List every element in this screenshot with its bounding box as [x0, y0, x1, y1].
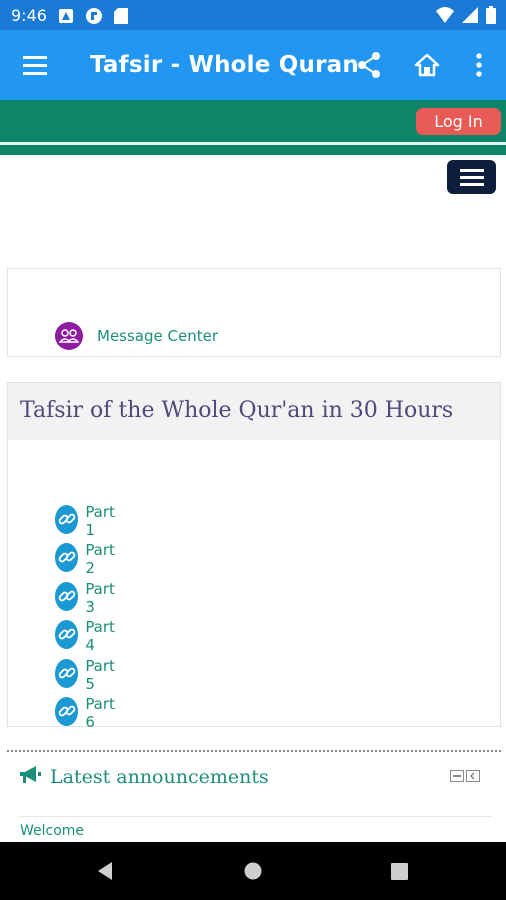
link-icon: [55, 619, 79, 649]
part-label: Part 6: [85, 695, 115, 731]
part-link[interactable]: Part 6: [55, 691, 121, 731]
section-divider: [7, 750, 501, 752]
share-icon[interactable]: [354, 50, 384, 80]
recents-icon[interactable]: [391, 863, 408, 884]
part-link[interactable]: Part 3: [55, 576, 121, 616]
part-label: Part 2: [85, 541, 115, 577]
status-icons: [436, 6, 496, 28]
header-stripe: [0, 145, 506, 155]
wifi-icon: [436, 7, 454, 27]
announcements-separator: [18, 816, 492, 817]
login-button[interactable]: Log In: [416, 108, 501, 135]
block-controls: [450, 770, 480, 782]
tafsir-block: Tafsir of the Whole Qur'an in 30 Hours P…: [7, 382, 501, 731]
back-icon[interactable]: [96, 861, 114, 885]
link-icon: [55, 542, 79, 572]
message-center-link[interactable]: Message Center: [55, 322, 218, 350]
tafsir-title: Tafsir of the Whole Qur'an in 30 Hours: [20, 398, 454, 423]
collapse-icon[interactable]: [450, 770, 464, 782]
link-icon: [55, 504, 79, 534]
part-label: Part 3: [85, 580, 115, 616]
link-icon: [55, 658, 79, 688]
link-icon: [55, 581, 79, 611]
part-label: Part 5: [85, 657, 115, 693]
megaphone-icon: [18, 765, 42, 789]
system-nav-bar: [0, 842, 506, 900]
part-link[interactable]: Part 5: [55, 653, 121, 693]
menu-icon[interactable]: [20, 52, 50, 78]
part-link[interactable]: Part 1: [55, 499, 121, 539]
notification-icon: [86, 8, 102, 24]
message-center-block: Message Center: [7, 268, 501, 357]
status-time: 9:46: [11, 6, 47, 25]
app-bar: Tafsir - Whole Quran: [0, 30, 506, 100]
link-icon: [55, 696, 79, 726]
app-title: Tafsir - Whole Quran: [90, 52, 359, 78]
home-icon[interactable]: [412, 50, 442, 80]
announcements-title: Latest announcements: [50, 766, 269, 788]
message-center-label: Message Center: [97, 327, 218, 345]
more-vert-icon[interactable]: [466, 50, 492, 80]
announcements-header: Latest announcements: [18, 765, 269, 789]
nav-toggle-button[interactable]: [447, 160, 496, 194]
announcement-item[interactable]: Welcome: [20, 823, 84, 839]
status-bar: 9:46: [0, 0, 506, 30]
signal-icon: [462, 7, 478, 27]
part-label: Part 4: [85, 618, 115, 654]
users-icon: [55, 322, 83, 350]
battery-icon: [486, 6, 496, 28]
tafsir-header: Tafsir of the Whole Qur'an in 30 Hours: [8, 383, 500, 440]
part-link[interactable]: Part 4: [55, 614, 121, 654]
hamburger-icon: [459, 169, 484, 186]
sd-card-icon: [114, 8, 128, 24]
notification-icon: [59, 8, 73, 23]
home-nav-icon[interactable]: [244, 862, 262, 884]
part-link[interactable]: Part 2: [55, 537, 121, 577]
dock-icon[interactable]: [466, 770, 480, 782]
part-label: Part 1: [85, 503, 115, 539]
